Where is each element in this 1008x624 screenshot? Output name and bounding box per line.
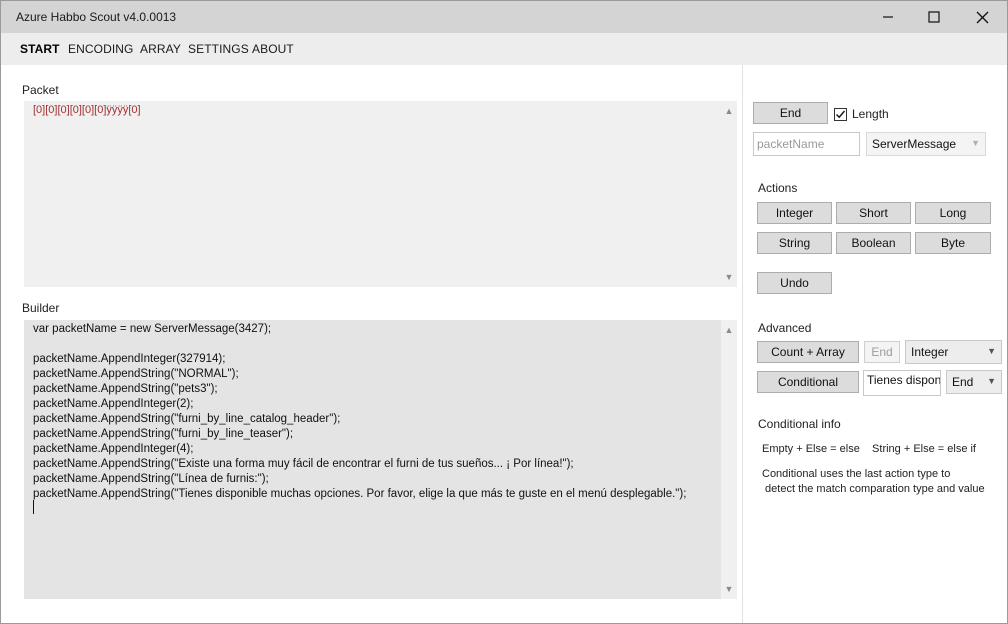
window-title: Azure Habbo Scout v4.0.0013	[16, 10, 177, 24]
menu-settings[interactable]: SETTINGS	[188, 42, 249, 56]
title-bar: Azure Habbo Scout v4.0.0013	[1, 1, 1007, 33]
integer-button[interactable]: Integer	[757, 202, 832, 224]
chevron-up-icon[interactable]: ▲	[721, 322, 737, 338]
menu-bar: START ENCODING ARRAY SETTINGS ABOUT	[1, 33, 1007, 65]
menu-encoding[interactable]: ENCODING	[68, 42, 133, 56]
packet-textbox[interactable]: [0][0][0][0][0][0]ÿÿÿÿ[0] ▲ ▼	[24, 101, 737, 287]
boolean-button[interactable]: Boolean	[836, 232, 911, 254]
conditional-end-select[interactable]: End ▼	[946, 370, 1002, 394]
string-button[interactable]: String	[757, 232, 832, 254]
close-icon	[976, 11, 988, 23]
long-button[interactable]: Long	[915, 202, 991, 224]
advanced-type-select[interactable]: Integer ▼	[905, 340, 1002, 364]
menu-start[interactable]: START	[20, 42, 60, 56]
conditional-input[interactable]: Tienes disponible	[863, 370, 941, 396]
conditional-info-line-2: Conditional uses the last action type to	[762, 468, 951, 480]
chevron-down-icon: ▼	[987, 376, 996, 386]
end-button[interactable]: End	[753, 102, 828, 124]
maximize-icon	[928, 11, 940, 23]
chevron-down-icon[interactable]: ▼	[721, 269, 737, 285]
chevron-down-icon: ▼	[987, 346, 996, 356]
chevron-up-icon[interactable]: ▲	[721, 103, 737, 119]
byte-button[interactable]: Byte	[915, 232, 991, 254]
short-button[interactable]: Short	[836, 202, 911, 224]
packet-name-input[interactable]: packetName	[753, 132, 860, 156]
conditional-end-value: End	[952, 375, 974, 389]
advanced-type-value: Integer	[911, 345, 949, 359]
checkmark-icon	[836, 110, 846, 119]
length-checkbox[interactable]	[834, 108, 847, 121]
conditional-info-line-3: detect the match comparation type and va…	[762, 483, 985, 495]
conditional-info-line-1: Empty + Else = else String + Else = else…	[762, 443, 976, 455]
builder-code: var packetName = new ServerMessage(3427)…	[33, 323, 687, 500]
minimize-button[interactable]	[865, 1, 911, 33]
undo-button[interactable]: Undo	[757, 272, 832, 294]
packet-value: [0][0][0][0][0][0]ÿÿÿÿ[0]	[33, 104, 141, 116]
packet-label: Packet	[22, 83, 59, 97]
conditional-button[interactable]: Conditional	[757, 371, 859, 393]
sidebar: End Length packetName ServerMessage ▼ Ac…	[743, 65, 1007, 623]
minimize-icon	[883, 16, 893, 18]
chevron-down-icon: ▼	[971, 138, 980, 148]
main-panel: Packet [0][0][0][0][0][0]ÿÿÿÿ[0] ▲ ▼ Bui…	[1, 65, 743, 623]
app-window: Azure Habbo Scout v4.0.0013 START ENCODI…	[0, 0, 1008, 624]
maximize-button[interactable]	[911, 1, 957, 33]
chevron-down-icon[interactable]: ▼	[721, 581, 737, 597]
message-type-select[interactable]: ServerMessage ▼	[866, 132, 986, 156]
conditional-info-heading: Conditional info	[758, 417, 841, 431]
length-label: Length	[852, 107, 889, 121]
builder-scrollbar[interactable]: ▲ ▼	[721, 320, 737, 599]
builder-textbox[interactable]: var packetName = new ServerMessage(3427)…	[24, 320, 737, 599]
builder-label: Builder	[22, 301, 60, 315]
packet-scrollbar[interactable]: ▲ ▼	[721, 101, 737, 287]
message-type-value: ServerMessage	[872, 137, 957, 151]
actions-heading: Actions	[758, 181, 798, 195]
text-caret	[33, 500, 34, 514]
close-button[interactable]	[959, 1, 1005, 33]
advanced-heading: Advanced	[758, 321, 812, 335]
menu-about[interactable]: ABOUT	[252, 42, 294, 56]
advanced-end-button[interactable]: End	[864, 341, 900, 363]
menu-array[interactable]: ARRAY	[140, 42, 181, 56]
count-array-button[interactable]: Count + Array	[757, 341, 859, 363]
